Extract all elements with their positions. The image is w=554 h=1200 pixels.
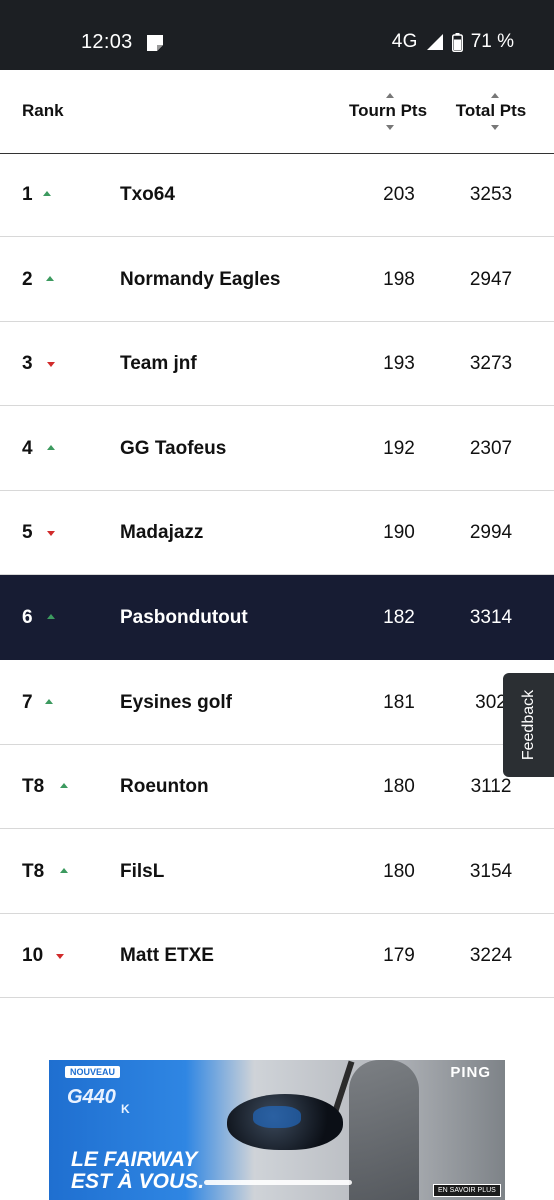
- row-rank: T8: [22, 860, 45, 882]
- ad-brand-logo: PING: [450, 1064, 491, 1081]
- row-total-pts: 3154: [469, 860, 513, 882]
- leaderboard-row[interactable]: 5 Madajazz 190 2994: [0, 490, 554, 576]
- row-tourn-pts: 190: [383, 522, 415, 544]
- row-team-name[interactable]: Eysines golf: [120, 692, 232, 714]
- rank-column-header[interactable]: Rank: [22, 101, 64, 121]
- ad-badge: NOUVEAU: [65, 1066, 121, 1078]
- total-sort-up-icon: [491, 93, 499, 98]
- tourn-pts-column-header[interactable]: Tourn Pts: [346, 101, 430, 121]
- status-time: 12:03: [81, 31, 133, 53]
- home-indicator[interactable]: [204, 1180, 352, 1185]
- row-tourn-pts: 193: [383, 353, 415, 375]
- row-team-name[interactable]: Madajazz: [120, 522, 203, 544]
- leaderboard-row[interactable]: T8 Roeunton 180 3112: [0, 744, 554, 830]
- row-total-pts: 3253: [469, 184, 513, 205]
- trend-up-icon: [47, 444, 55, 450]
- network-type: 4G: [391, 31, 418, 52]
- ad-headline-line2: EST À VOUS.: [71, 1170, 205, 1193]
- leaderboard-row[interactable]: 3 Team jnf 193 3273: [0, 321, 554, 407]
- leaderboard-row[interactable]: 7 Eysines golf 181 302: [0, 660, 554, 745]
- row-team-name[interactable]: Matt ETXE: [120, 945, 214, 967]
- row-rank: 6: [22, 607, 33, 628]
- ad-model-variant: K: [121, 1102, 130, 1116]
- status-right-group: 4G 71 %: [392, 31, 514, 53]
- trend-up-icon: [47, 614, 55, 619]
- row-total-pts: 2947: [469, 268, 513, 290]
- trend-up-icon: [60, 783, 68, 789]
- row-tourn-pts: 180: [383, 776, 415, 798]
- row-tourn-pts: 180: [383, 860, 415, 882]
- trend-up-icon: [60, 867, 68, 873]
- tourn-sort-up-icon: [386, 93, 394, 98]
- row-rank: 1: [22, 184, 33, 205]
- leaderboard-row[interactable]: 10 Matt ETXE 179 3224: [0, 913, 554, 999]
- row-rank: 5: [22, 522, 33, 544]
- ad-banner[interactable]: NOUVEAU G440 K LE FAIRWAY EST À VOUS. PI…: [49, 1060, 505, 1200]
- row-rank: 10: [22, 945, 44, 967]
- row-total-pts: 3112: [470, 776, 512, 798]
- row-team-name[interactable]: Txo64: [120, 184, 175, 206]
- ad-golfer-image: [349, 1060, 419, 1200]
- row-tourn-pts: 192: [383, 437, 415, 459]
- ad-driver-accent: [253, 1106, 301, 1128]
- notification-note-icon: [147, 35, 163, 51]
- leaderboard-row[interactable]: 4 GG Taofeus 192 2307: [0, 406, 554, 491]
- trend-down-icon: [47, 362, 55, 368]
- row-tourn-pts: 182: [383, 607, 415, 628]
- row-team-name[interactable]: FilsL: [120, 861, 164, 883]
- battery-percent: 71 %: [470, 31, 514, 52]
- trend-down-icon: [47, 531, 55, 537]
- row-team-name[interactable]: Pasbondutout: [120, 607, 248, 629]
- tourn-sort-down-icon: [386, 125, 394, 130]
- row-total-pts: 3224: [469, 945, 513, 967]
- row-team-name[interactable]: Team jnf: [120, 353, 197, 375]
- leaderboard-row[interactable]: 2 Normandy Eagles 198 2947: [0, 237, 554, 322]
- feedback-label: Feedback: [519, 689, 537, 761]
- leaderboard-row[interactable]: T8 FilsL 180 3154: [0, 829, 554, 914]
- leaderboard-row[interactable]: 6 Pasbondutout 182 3314: [0, 575, 554, 660]
- ad-model: G440: [67, 1086, 116, 1108]
- leaderboard-row[interactable]: 1 Txo64 203 3253: [0, 152, 554, 237]
- total-sort-down-icon: [491, 125, 499, 130]
- row-total-pts: 2994: [469, 522, 513, 544]
- row-team-name[interactable]: Normandy Eagles: [120, 269, 281, 291]
- row-tourn-pts: 203: [383, 184, 415, 205]
- total-pts-column-header[interactable]: Total Pts: [452, 101, 530, 121]
- row-team-name[interactable]: GG Taofeus: [120, 438, 226, 460]
- battery-icon: [451, 32, 463, 52]
- status-bar: 12:03 4G 71 %: [0, 0, 554, 70]
- row-tourn-pts: 198: [383, 268, 415, 290]
- row-total-pts: 3273: [469, 353, 513, 375]
- trend-down-icon: [56, 954, 64, 960]
- signal-icon: [426, 34, 443, 50]
- trend-up-icon: [43, 191, 51, 196]
- trend-up-icon: [46, 275, 54, 281]
- row-total-pts: 3314: [469, 607, 513, 628]
- row-rank: 2: [22, 268, 33, 290]
- trend-up-icon: [45, 698, 53, 704]
- feedback-button[interactable]: Feedback: [503, 673, 554, 777]
- ad-cta-button[interactable]: EN SAVOIR PLUS: [433, 1184, 501, 1197]
- leaderboard-header: Rank Tourn Pts Total Pts: [0, 70, 554, 154]
- row-tourn-pts: 181: [383, 691, 415, 713]
- row-rank: 4: [22, 437, 33, 459]
- row-rank: 3: [22, 353, 33, 375]
- row-rank: T8: [22, 776, 45, 798]
- row-tourn-pts: 179: [383, 945, 415, 967]
- row-rank: 7: [22, 691, 33, 713]
- ad-headline-line1: LE FAIRWAY: [71, 1148, 198, 1171]
- row-total-pts: 2307: [469, 437, 513, 459]
- row-team-name[interactable]: Roeunton: [120, 776, 209, 798]
